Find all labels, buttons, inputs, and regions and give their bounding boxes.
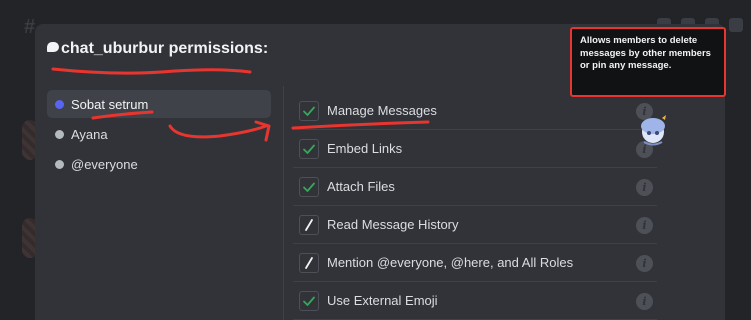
modal-title-text: chat_uburbur permissions: (61, 40, 269, 57)
permission-toggle[interactable] (299, 100, 319, 121)
cursor-sticker-icon (641, 115, 666, 146)
permission-toggle[interactable] (299, 176, 319, 197)
check-icon (303, 182, 315, 192)
slash-icon (305, 256, 313, 269)
permission-label: Mention @everyone, @here, and All Roles (327, 255, 574, 270)
role-label: @everyone (71, 156, 138, 172)
permission-label: Embed Links (327, 141, 403, 156)
members-icon[interactable] (729, 18, 743, 32)
permission-row-embed-links: Embed Links i (293, 130, 657, 168)
role-list: Sobat setrum Ayana @everyone (47, 90, 271, 180)
permission-row-mention-everyone: Mention @everyone, @here, and All Roles … (293, 244, 657, 282)
permission-toggle[interactable] (299, 214, 319, 235)
permission-row-attach-files: Attach Files i (293, 168, 657, 206)
role-label: Sobat setrum (71, 96, 149, 112)
permission-label: Attach Files (327, 179, 395, 194)
slash-icon (305, 218, 313, 231)
role-color-dot (55, 129, 64, 139)
info-icon[interactable]: i (636, 293, 653, 310)
info-icon[interactable]: i (636, 255, 653, 272)
permission-tooltip: Allows members to delete messages by oth… (570, 27, 726, 97)
role-color-dot (55, 99, 64, 109)
permission-row-manage-messages: Manage Messages i (293, 92, 657, 130)
permission-label: Read Message History (327, 217, 459, 232)
role-color-dot (55, 159, 64, 169)
chat-bubble-icon (47, 42, 59, 52)
role-item-ayana[interactable]: Ayana (47, 120, 271, 148)
info-icon[interactable]: i (636, 217, 653, 234)
check-icon (303, 106, 315, 116)
role-item-sobat-setrum[interactable]: Sobat setrum (47, 90, 271, 118)
permission-list: Manage Messages i Embed Links i Attach F… (293, 92, 657, 320)
permission-row-use-external-emoji: Use External Emoji i (293, 282, 657, 320)
modal-title: chat_uburbur permissions: (47, 40, 268, 58)
check-icon (303, 144, 315, 154)
role-item-everyone[interactable]: @everyone (47, 150, 271, 178)
tooltip-text: Allows members to delete messages by oth… (580, 35, 711, 71)
info-icon[interactable]: i (636, 179, 653, 196)
permission-label: Use External Emoji (327, 293, 438, 308)
permission-toggle[interactable] (299, 252, 319, 273)
channel-hash-icon: # (24, 16, 36, 38)
permission-row-read-message-history: Read Message History i (293, 206, 657, 244)
permission-toggle[interactable] (299, 290, 319, 311)
permission-label: Manage Messages (327, 103, 437, 118)
column-divider (283, 86, 284, 320)
check-icon (303, 296, 315, 306)
permission-toggle[interactable] (299, 138, 319, 159)
role-label: Ayana (71, 126, 108, 142)
